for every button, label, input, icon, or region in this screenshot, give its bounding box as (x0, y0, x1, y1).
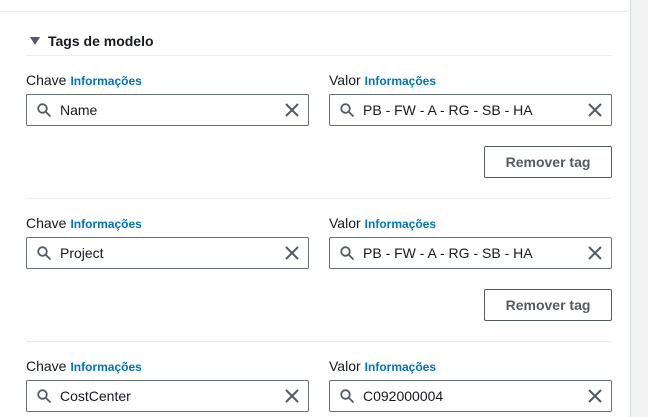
key-input[interactable]: CostCenter (26, 380, 309, 412)
divider (26, 198, 612, 199)
value-label: Valor Informações (329, 72, 437, 88)
info-link[interactable]: Informações (70, 74, 141, 88)
search-icon (37, 103, 51, 117)
value-input[interactable]: C092000004 (329, 380, 612, 412)
value-label: Valor Informações (329, 358, 437, 374)
divider (26, 341, 612, 342)
key-input-value: Name (60, 102, 98, 118)
info-link[interactable]: Informações (365, 74, 436, 88)
value-label: Valor Informações (329, 215, 437, 231)
key-input[interactable]: Project (26, 237, 309, 269)
info-link[interactable]: Informações (365, 217, 436, 231)
divider (26, 55, 612, 56)
close-icon[interactable] (284, 245, 300, 261)
info-link[interactable]: Informações (70, 217, 141, 231)
divider (0, 11, 631, 12)
value-input-value: PB - FW - A - RG - SB - HA (363, 102, 533, 118)
remove-tag-button[interactable]: Remover tag (484, 146, 612, 178)
search-icon (340, 389, 354, 403)
value-input[interactable]: PB - FW - A - RG - SB - HA (329, 237, 612, 269)
value-input-value: PB - FW - A - RG - SB - HA (363, 245, 533, 261)
info-link[interactable]: Informações (70, 360, 141, 374)
close-icon[interactable] (284, 388, 300, 404)
search-icon (37, 246, 51, 260)
key-label: Chave Informações (26, 215, 142, 231)
value-input-value: C092000004 (363, 388, 444, 404)
search-icon (37, 389, 51, 403)
key-label: Chave Informações (26, 358, 142, 374)
search-icon (340, 103, 354, 117)
key-input-value: Project (60, 245, 104, 261)
close-icon[interactable] (587, 388, 603, 404)
key-input-value: CostCenter (60, 388, 131, 404)
key-input[interactable]: Name (26, 94, 309, 126)
remove-tag-button[interactable]: Remover tag (484, 289, 612, 321)
tags-panel: Tags de modelo Chave Informações Name Va… (0, 0, 631, 417)
close-icon[interactable] (587, 245, 603, 261)
close-icon[interactable] (587, 102, 603, 118)
info-link[interactable]: Informações (365, 360, 436, 374)
close-icon[interactable] (284, 102, 300, 118)
value-input[interactable]: PB - FW - A - RG - SB - HA (329, 94, 612, 126)
key-label: Chave Informações (26, 72, 142, 88)
caret-down-icon (30, 37, 40, 45)
search-icon (340, 246, 354, 260)
section-header[interactable]: Tags de modelo (30, 33, 154, 49)
section-title: Tags de modelo (48, 33, 154, 49)
